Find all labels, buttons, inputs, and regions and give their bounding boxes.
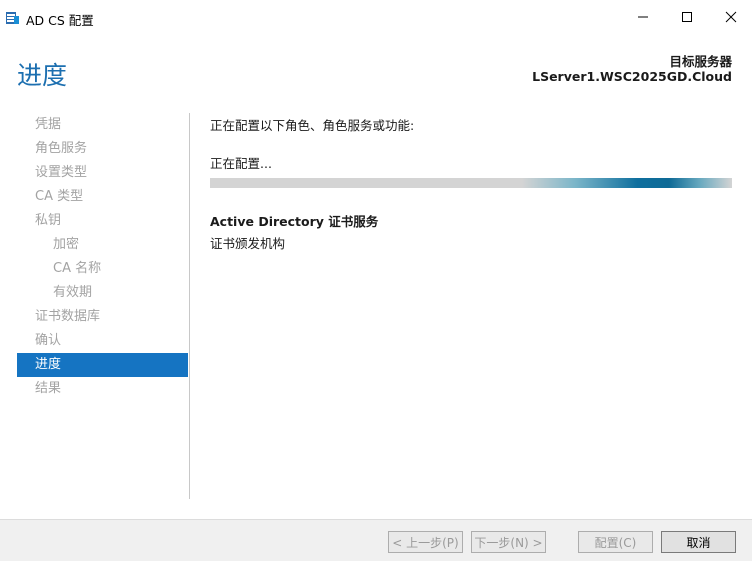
nav-item-validity-period[interactable]: 有效期 (17, 281, 188, 305)
nav-item-results[interactable]: 结果 (17, 377, 188, 401)
footer-bar: < 上一步(P) 下一步(N) > 配置(C) 取消 (0, 519, 752, 561)
target-server-name: LServer1.WSC2025GD.Cloud (532, 69, 732, 84)
intro-text: 正在配置以下角色、角色服务或功能: (210, 118, 415, 133)
nav-divider (189, 113, 190, 499)
minimize-button[interactable] (620, 0, 666, 34)
progress-bar (210, 178, 732, 188)
nav-item-confirmation[interactable]: 确认 (17, 329, 188, 353)
main-content: 正在配置以下角色、角色服务或功能: 正在配置... Active Directo… (210, 113, 732, 252)
page-title: 进度 (17, 61, 68, 90)
role-service-name: 证书颁发机构 (210, 236, 286, 251)
next-button[interactable]: 下一步(N) > (471, 531, 546, 553)
title-bar[interactable]: AD CS 配置 (0, 0, 752, 34)
target-server-label: 目标服务器 (669, 54, 732, 69)
nav-item-role-services[interactable]: 角色服务 (17, 137, 188, 161)
maximize-icon (682, 12, 692, 22)
minimize-icon (638, 16, 648, 18)
nav-item-ca-type[interactable]: CA 类型 (17, 185, 188, 209)
wizard-nav: 凭据 角色服务 设置类型 CA 类型 私钥 加密 CA 名称 有效期 证书数据库… (17, 113, 188, 401)
progress-bar-fill (522, 178, 732, 188)
window-title: AD CS 配置 (26, 13, 94, 28)
maximize-button[interactable] (664, 0, 710, 34)
server-manager-icon (5, 10, 20, 25)
configure-button[interactable]: 配置(C) (578, 531, 653, 553)
nav-item-cryptography[interactable]: 加密 (17, 233, 188, 257)
nav-item-credentials[interactable]: 凭据 (17, 113, 188, 137)
cancel-button[interactable]: 取消 (661, 531, 736, 553)
nav-item-certificate-database[interactable]: 证书数据库 (17, 305, 188, 329)
progress-status: 正在配置... (210, 156, 272, 171)
previous-button[interactable]: < 上一步(P) (388, 531, 463, 553)
close-icon (725, 11, 737, 23)
close-button[interactable] (708, 0, 752, 34)
nav-item-progress[interactable]: 进度 (17, 353, 188, 377)
nav-item-setup-type[interactable]: 设置类型 (17, 161, 188, 185)
nav-item-private-key[interactable]: 私钥 (17, 209, 188, 233)
nav-item-ca-name[interactable]: CA 名称 (17, 257, 188, 281)
role-name: Active Directory 证书服务 (210, 214, 379, 229)
